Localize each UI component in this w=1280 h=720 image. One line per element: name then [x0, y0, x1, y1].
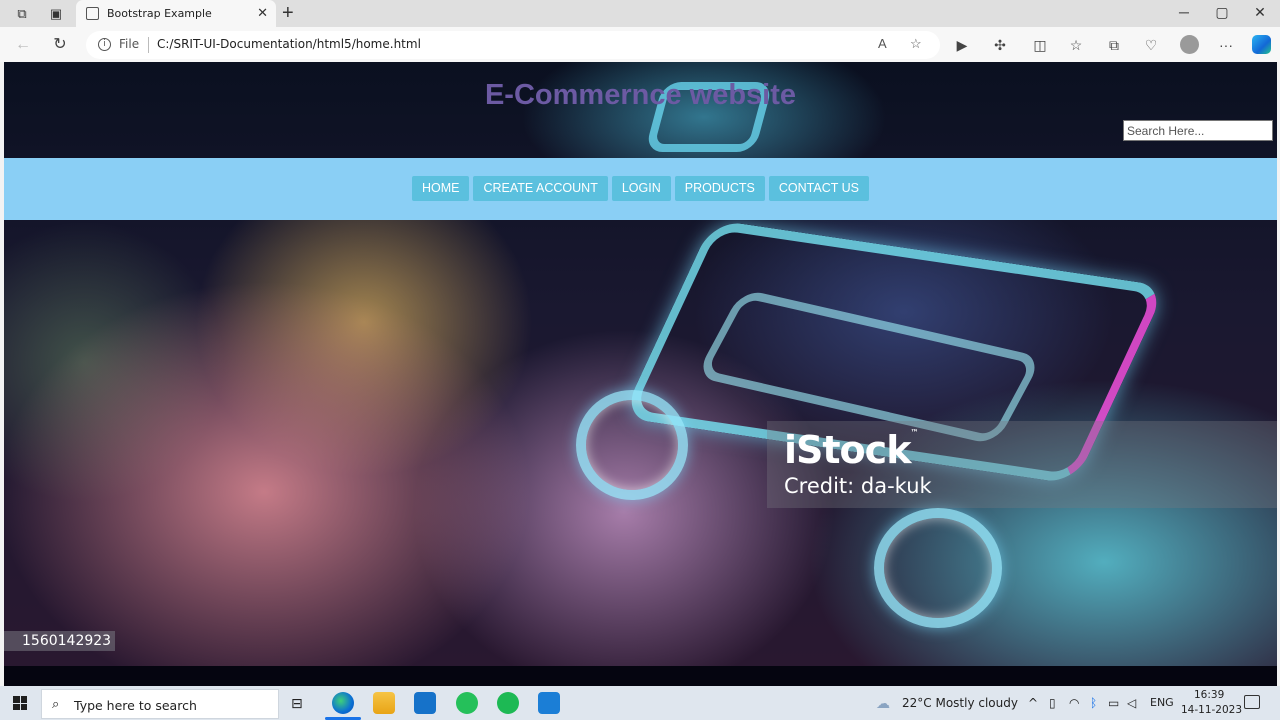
weather-text[interactable]: 22°C Mostly cloudy — [902, 696, 1018, 710]
task-view-icon[interactable]: ⊟ — [291, 696, 303, 712]
file-explorer-icon[interactable] — [373, 692, 395, 714]
battery-icon[interactable]: ▭ — [1108, 696, 1119, 710]
page-viewport: E-Commernce website HOME CREATE ACCOUNT … — [4, 62, 1277, 686]
taskbar-search-placeholder: Type here to search — [74, 698, 197, 713]
url-separator — [148, 37, 149, 53]
favorite-star-icon[interactable]: ☆ — [910, 36, 922, 52]
site-title: E-Commernce website — [484, 79, 797, 111]
network-icon[interactable]: ◠ — [1069, 696, 1079, 710]
next-image-strip — [4, 666, 1277, 686]
navigation-bar: HOME CREATE ACCOUNT LOGIN PRODUCTS CONTA… — [4, 158, 1277, 220]
nav-contact-us-button[interactable]: CONTACT US — [768, 176, 870, 201]
maximize-button[interactable]: ▢ — [1210, 4, 1234, 21]
cart-wheel-left — [576, 390, 688, 500]
nav-create-account-button[interactable]: CREATE ACCOUNT — [473, 176, 608, 201]
url-text[interactable]: C:/SRIT-UI-Documentation/html5/home.html — [157, 37, 421, 51]
windows-taskbar: ⌕ Type here to search ⊟ ☁ 22°C Mostly cl… — [0, 686, 1280, 720]
volume-icon[interactable]: ◁ — [1127, 696, 1136, 710]
notification-icon[interactable] — [1244, 695, 1260, 709]
tab-bar: ⧉ ▣ Bootstrap Example ✕ + ─ ▢ ✕ — [0, 0, 1280, 27]
read-aloud-icon[interactable]: A — [878, 36, 887, 51]
split-screen-icon[interactable]: ◫ — [1030, 35, 1050, 55]
refresh-button[interactable]: ↻ — [49, 34, 71, 56]
copilot-icon[interactable] — [1252, 35, 1271, 54]
clock-date[interactable]: 14-11-2023 — [1181, 704, 1242, 716]
extensions-icon[interactable]: ✣ — [990, 35, 1010, 55]
play-icon[interactable]: ▶ — [952, 35, 972, 55]
whatsapp-icon[interactable] — [456, 692, 478, 714]
address-bar-row: ← ↻ i File C:/SRIT-UI-Documentation/html… — [0, 27, 1280, 62]
chevron-up-icon[interactable]: ^ — [1028, 696, 1038, 710]
taskbar-search-box[interactable]: ⌕ Type here to search — [41, 689, 279, 719]
site-header: E-Commernce website — [4, 62, 1277, 158]
istock-watermark-logo: iStock™ — [784, 428, 918, 472]
close-tab-icon[interactable]: ✕ — [257, 5, 268, 21]
file-label: File — [119, 37, 140, 51]
image-id-label: 1560142923 — [4, 631, 115, 651]
spotify-icon[interactable] — [497, 692, 519, 714]
nav-list: HOME CREATE ACCOUNT LOGIN PRODUCTS CONTA… — [4, 176, 1277, 201]
tab-actions-icon[interactable]: ▣ — [46, 4, 66, 24]
page-favicon-icon — [86, 7, 99, 20]
edge-icon[interactable] — [332, 692, 354, 714]
language-indicator[interactable]: ENG — [1150, 696, 1174, 709]
windows-start-icon[interactable] — [13, 696, 27, 710]
vscode-icon[interactable] — [538, 692, 560, 714]
device-icon[interactable]: ▯ — [1049, 696, 1056, 710]
profile-avatar[interactable] — [1180, 35, 1199, 54]
browser-tab[interactable]: Bootstrap Example ✕ — [76, 0, 276, 27]
site-search-input[interactable] — [1123, 120, 1273, 141]
tab-title: Bootstrap Example — [107, 7, 212, 20]
workspaces-icon[interactable]: ⧉ — [12, 4, 32, 24]
watermark-credit: Credit: da-kuk — [784, 474, 932, 498]
collections-icon[interactable]: ⧉ — [1104, 35, 1124, 55]
back-button[interactable]: ← — [12, 34, 34, 56]
info-icon[interactable]: i — [98, 38, 111, 51]
search-icon: ⌕ — [52, 696, 60, 711]
minimize-button[interactable]: ─ — [1172, 4, 1196, 20]
weather-cloud-icon: ☁ — [876, 696, 890, 712]
favorites-icon[interactable]: ☆ — [1066, 35, 1086, 55]
address-field[interactable]: i File C:/SRIT-UI-Documentation/html5/ho… — [86, 31, 940, 59]
nav-products-button[interactable]: PRODUCTS — [674, 176, 765, 201]
more-menu-icon[interactable]: ··· — [1216, 35, 1236, 55]
new-tab-button[interactable]: + — [282, 2, 294, 25]
mail-icon[interactable] — [414, 692, 436, 714]
nav-home-button[interactable]: HOME — [411, 176, 470, 201]
clock-time[interactable]: 16:39 — [1194, 689, 1224, 701]
bluetooth-icon[interactable]: ᛒ — [1090, 696, 1097, 710]
cart-wheel-right — [874, 508, 1002, 628]
nav-login-button[interactable]: LOGIN — [611, 176, 671, 201]
browser-essentials-icon[interactable]: ♡ — [1141, 35, 1161, 55]
close-window-button[interactable]: ✕ — [1248, 4, 1272, 21]
